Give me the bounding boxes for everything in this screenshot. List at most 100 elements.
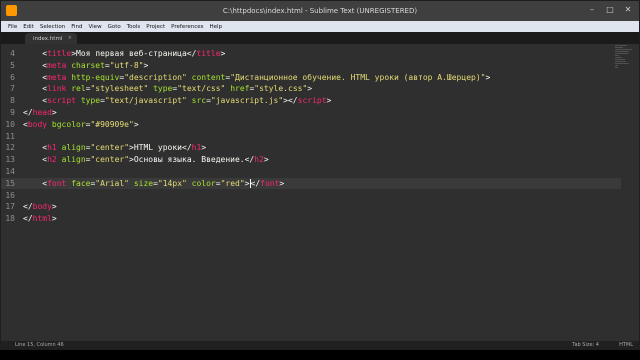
code-token: "text/javascript"	[104, 96, 187, 106]
line-text: <meta http-equiv="description" content="…	[23, 73, 490, 82]
code-view[interactable]: 4 <title>Моя первая веб-страница</title>…	[1, 44, 639, 341]
code-line[interactable]: 11	[1, 131, 621, 142]
code-token: >	[133, 119, 139, 129]
code-token: >Основы языка. Введение.</	[129, 155, 255, 165]
menu-goto[interactable]: Goto	[105, 24, 124, 30]
menu-selection[interactable]: Selection	[37, 24, 68, 30]
code-line[interactable]: 4 <title>Моя первая веб-страница</title>	[1, 48, 621, 59]
code-line[interactable]: 6 <meta http-equiv="description" content…	[1, 72, 621, 83]
code-line[interactable]: 12 <h1 align="center">HTML уроки</h1>	[1, 142, 621, 153]
code-token: </	[23, 214, 33, 224]
line-text: </body>	[23, 202, 57, 211]
line-number: 7	[10, 84, 15, 94]
line-number: 8	[10, 96, 15, 106]
sublime-window: C:\httpdocs\index.html - Sublime Text (U…	[0, 0, 640, 350]
menu-help[interactable]: Help	[206, 24, 225, 30]
code-token: src	[191, 96, 207, 106]
window-title: C:\httpdocs\index.html - Sublime Text (U…	[222, 7, 418, 15]
code-token: "stylesheet"	[90, 84, 149, 94]
close-icon[interactable]: ✕	[622, 4, 634, 16]
menu-tools[interactable]: Tools	[124, 24, 144, 30]
tab-close-icon[interactable]: ×	[68, 35, 72, 41]
code-token: >	[51, 202, 57, 212]
menu-project[interactable]: Project	[143, 24, 168, 30]
code-line[interactable]: 13 <h2 align="center">Основы языка. Введ…	[1, 154, 621, 165]
code-token: "center"	[90, 155, 130, 165]
menu-edit[interactable]: Edit	[20, 24, 37, 30]
line-number: 16	[5, 190, 15, 200]
line-text: </html>	[23, 214, 57, 223]
tab-bar: index.html ×	[1, 32, 639, 44]
title-bar: C:\httpdocs\index.html - Sublime Text (U…	[1, 1, 639, 21]
code-line[interactable]: 14	[1, 166, 621, 177]
code-token: "text/css"	[177, 84, 226, 94]
menu-bar: File Edit Selection Find View Goto Tools Projec…	[1, 21, 639, 32]
syntax-indicator[interactable]: HTML	[619, 342, 633, 348]
menu-preferences[interactable]: Preferences	[168, 24, 206, 30]
status-bar: Line 15, Column 46 Tab Size: 4 HTML	[1, 341, 639, 349]
code-token: >Моя первая веб-страница</	[71, 49, 197, 58]
line-text: <h1 align="center">HTML уроки</h1>	[23, 143, 206, 152]
code-line[interactable]: 8 <script type="text/javascript" src="ja…	[1, 95, 621, 106]
code-line[interactable]: 9 </head>	[1, 107, 621, 118]
code-token: >	[201, 143, 207, 153]
line-number: 12	[5, 143, 15, 153]
line-text: <link rel="stylesheet" type="text/css" h…	[23, 84, 312, 93]
code-token: >	[51, 108, 57, 117]
minimap[interactable]	[615, 44, 633, 74]
line-number: 18	[5, 214, 15, 224]
line-text: <title>Моя первая веб-страница</title>	[23, 49, 225, 58]
menu-find[interactable]: Find	[68, 24, 85, 30]
code-token: meta	[47, 60, 67, 70]
code-token: "14px"	[157, 178, 187, 188]
line-text: <meta charset="utf-8">	[23, 61, 148, 70]
line-number: 14	[5, 167, 15, 176]
code-token: head	[32, 108, 52, 117]
menu-view[interactable]: View	[86, 24, 105, 30]
code-token: script	[47, 96, 76, 106]
code-line[interactable]: 15 <font face="Arial" size="14px" color=…	[1, 177, 621, 189]
code-token: </	[23, 202, 33, 212]
code-token: >	[51, 214, 57, 224]
code-token: type	[153, 84, 173, 94]
tab-index-html[interactable]: index.html ×	[25, 33, 77, 44]
maximize-icon[interactable]: □	[604, 4, 616, 16]
code-line[interactable]: 16	[1, 190, 621, 201]
code-token: font	[47, 178, 67, 188]
code-line[interactable]: 10 <body bgcolor="#90909e">	[1, 119, 621, 130]
code-token: >	[263, 155, 269, 165]
menu-file[interactable]: File	[5, 24, 20, 30]
code-line[interactable]: 18 </html>	[1, 213, 621, 224]
code-token: bgcolor	[51, 119, 86, 129]
code-token: body	[32, 202, 52, 212]
line-number: 10	[5, 119, 15, 129]
sublime-logo-icon	[6, 5, 17, 16]
code-token: title	[47, 49, 72, 58]
code-token: "Arial"	[95, 178, 129, 188]
line-text: <h2 align="center">Основы языка. Введени…	[23, 155, 269, 165]
code-token: >	[326, 96, 332, 106]
code-token: rel	[71, 84, 86, 94]
code-token: "utf-8"	[109, 60, 144, 70]
code-line[interactable]: 5 <meta charset="utf-8">	[1, 60, 621, 71]
code-token: </	[250, 178, 261, 188]
code-token: font	[260, 178, 280, 188]
code-line[interactable]: 17 </body>	[1, 201, 621, 212]
code-line[interactable]: 7 <link rel="stylesheet" type="text/css"…	[1, 83, 621, 94]
code-token: charset	[71, 60, 105, 70]
editor-area[interactable]: 4 <title>Моя первая веб-страница</title>…	[1, 44, 639, 341]
screen: C:\httpdocs\index.html - Sublime Text (U…	[0, 0, 640, 360]
tab-size-indicator[interactable]: Tab Size: 4	[572, 342, 599, 348]
code-token: size	[133, 178, 154, 188]
code-token: html	[32, 214, 52, 224]
line-number: 15	[5, 178, 15, 188]
code-token: align	[61, 155, 86, 165]
code-token: title	[196, 49, 221, 58]
minimize-icon[interactable]: –	[586, 4, 598, 16]
